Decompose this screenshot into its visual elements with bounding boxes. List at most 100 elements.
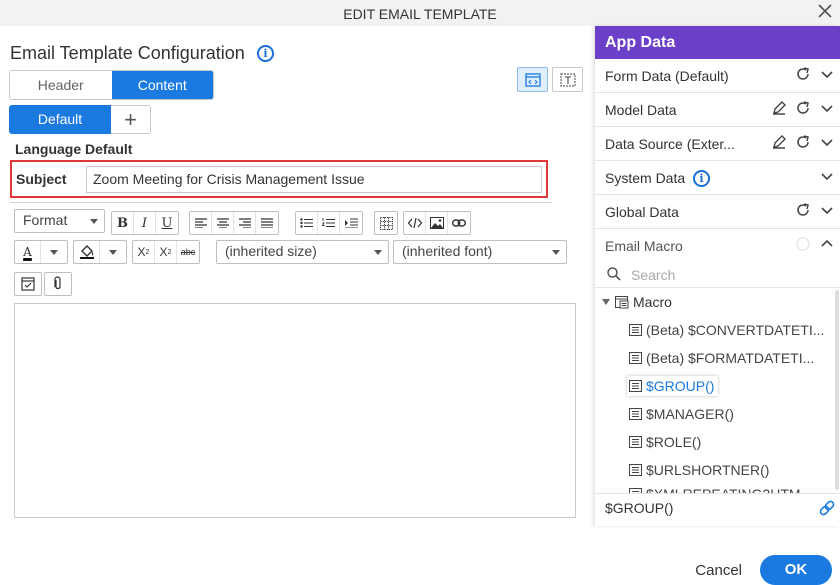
font-size-select[interactable]: (inherited size) — [216, 240, 389, 264]
source-code-button[interactable] — [404, 212, 426, 234]
table-icon — [379, 216, 393, 230]
chevron-down-icon[interactable] — [820, 67, 834, 81]
text-style-group: B I U — [111, 211, 179, 235]
search-icon — [607, 267, 621, 281]
close-icon[interactable] — [818, 2, 832, 22]
macro-search-input[interactable]: Search — [595, 263, 840, 288]
app-data-item-data-source[interactable]: Data Source (Exter... — [595, 127, 840, 161]
bullet-list-button[interactable] — [296, 212, 318, 234]
tree-scrollbar[interactable] — [835, 290, 839, 490]
list-group — [295, 211, 363, 235]
macro-item-selected[interactable]: $GROUP() — [627, 376, 719, 396]
format-select-value: Format — [23, 212, 68, 228]
numbered-list-button[interactable] — [318, 212, 340, 234]
tab-header[interactable]: Header — [10, 71, 112, 99]
align-center-button[interactable] — [212, 212, 234, 234]
info-icon[interactable]: i — [693, 170, 710, 187]
numbered-list-icon — [322, 218, 335, 228]
tab-content[interactable]: Content — [111, 71, 213, 99]
page-title: Email Template Configuration — [10, 43, 245, 63]
dialog-titlebar: EDIT EMAIL TEMPLATE — [0, 0, 840, 26]
macro-icon — [629, 436, 642, 448]
tab-default-language[interactable]: Default — [9, 105, 111, 134]
refresh-icon[interactable] — [796, 101, 810, 115]
item-label: Form Data (Default) — [605, 68, 729, 84]
tree-node-macro[interactable]: Macro — [601, 294, 672, 310]
chevron-down-icon[interactable] — [820, 169, 834, 183]
ok-button[interactable]: OK — [760, 555, 832, 585]
chevron-down-icon[interactable] — [820, 101, 834, 115]
info-icon[interactable]: i — [257, 45, 274, 62]
app-data-item-form-data[interactable]: Form Data (Default) — [595, 59, 840, 93]
text-color-dropdown[interactable] — [41, 241, 67, 263]
app-data-title: App Data — [595, 26, 840, 59]
superscript-button[interactable]: X2 — [155, 241, 177, 263]
refresh-icon[interactable] — [796, 67, 810, 81]
item-label: Model Data — [605, 102, 677, 118]
macro-item[interactable]: $MANAGER() — [629, 406, 734, 422]
subscript-button[interactable]: X2 — [133, 241, 155, 263]
text-color-button[interactable]: A — [15, 241, 41, 263]
macro-label: (Beta) $FORMATDATETI... — [646, 350, 815, 366]
macro-icon — [629, 380, 642, 392]
justify-icon — [261, 218, 273, 228]
strikethrough-button[interactable]: abc — [177, 241, 199, 263]
macro-item[interactable]: (Beta) $CONVERTDATETI... — [629, 322, 824, 338]
attachment-button[interactable] — [45, 273, 71, 295]
fill-color-dropdown[interactable] — [100, 241, 126, 263]
macro-item[interactable]: $ROLE() — [629, 434, 701, 450]
text-field-icon — [559, 72, 576, 87]
underline-button[interactable]: U — [156, 212, 178, 234]
add-language-button[interactable]: + — [111, 105, 151, 134]
pencil-icon[interactable] — [772, 101, 786, 115]
content-editor[interactable] — [14, 303, 576, 518]
app-data-item-model-data[interactable]: Model Data — [595, 93, 840, 127]
chevron-down-icon[interactable] — [820, 203, 834, 217]
table-button[interactable] — [375, 212, 397, 234]
subject-row: Subject Zoom Meeting for Crisis Manageme… — [10, 160, 548, 198]
pencil-icon[interactable] — [772, 135, 786, 149]
caret-down-icon[interactable] — [601, 297, 611, 307]
align-left-button[interactable] — [190, 212, 212, 234]
image-button[interactable] — [426, 212, 448, 234]
bold-button[interactable]: B — [112, 212, 134, 234]
macro-icon — [629, 464, 642, 476]
folder-icon — [615, 295, 629, 308]
link-icon[interactable] — [818, 499, 836, 520]
app-data-item-global-data[interactable]: Global Data — [595, 195, 840, 229]
dialog-footer: Cancel OK — [695, 555, 832, 585]
align-right-button[interactable] — [234, 212, 256, 234]
app-data-item-email-macro[interactable]: Email Macro — [595, 229, 840, 263]
indent-button[interactable] — [340, 212, 362, 234]
source-view-button[interactable] — [552, 67, 583, 92]
chevron-down-icon[interactable] — [820, 135, 834, 149]
italic-button[interactable]: I — [134, 212, 156, 234]
app-data-item-system-data[interactable]: System Data i — [595, 161, 840, 195]
design-view-button[interactable] — [517, 67, 548, 92]
refresh-icon[interactable] — [796, 203, 810, 217]
language-value: Default — [85, 141, 133, 157]
bg-color-group — [73, 240, 127, 264]
macro-item[interactable]: $URLSHORTNER() — [629, 462, 769, 478]
macro-item[interactable]: (Beta) $FORMATDATETI... — [629, 350, 814, 366]
subject-input[interactable]: Zoom Meeting for Crisis Management Issue — [86, 166, 542, 193]
view-toggle — [517, 67, 583, 92]
fill-color-button[interactable] — [74, 241, 100, 263]
language-tabs: Default + — [9, 105, 151, 134]
chevron-up-icon[interactable] — [820, 237, 834, 251]
refresh-icon[interactable] — [796, 135, 810, 149]
divider — [10, 202, 552, 203]
justify-button[interactable] — [256, 212, 278, 234]
design-view-icon — [524, 72, 541, 87]
macro-item[interactable]: $XMLREPEATING2HTM... — [629, 486, 812, 493]
macro-icon — [629, 408, 642, 420]
font-family-select[interactable]: (inherited font) — [393, 240, 567, 264]
script-group: X2 X2 abc — [132, 240, 200, 264]
template-button[interactable] — [15, 273, 41, 295]
extra-group — [14, 272, 42, 296]
link-button[interactable] — [448, 212, 470, 234]
format-select[interactable]: Format — [14, 209, 105, 233]
cancel-button[interactable]: Cancel — [695, 562, 742, 579]
bullet-list-icon — [300, 218, 313, 228]
paperclip-icon — [54, 276, 61, 290]
